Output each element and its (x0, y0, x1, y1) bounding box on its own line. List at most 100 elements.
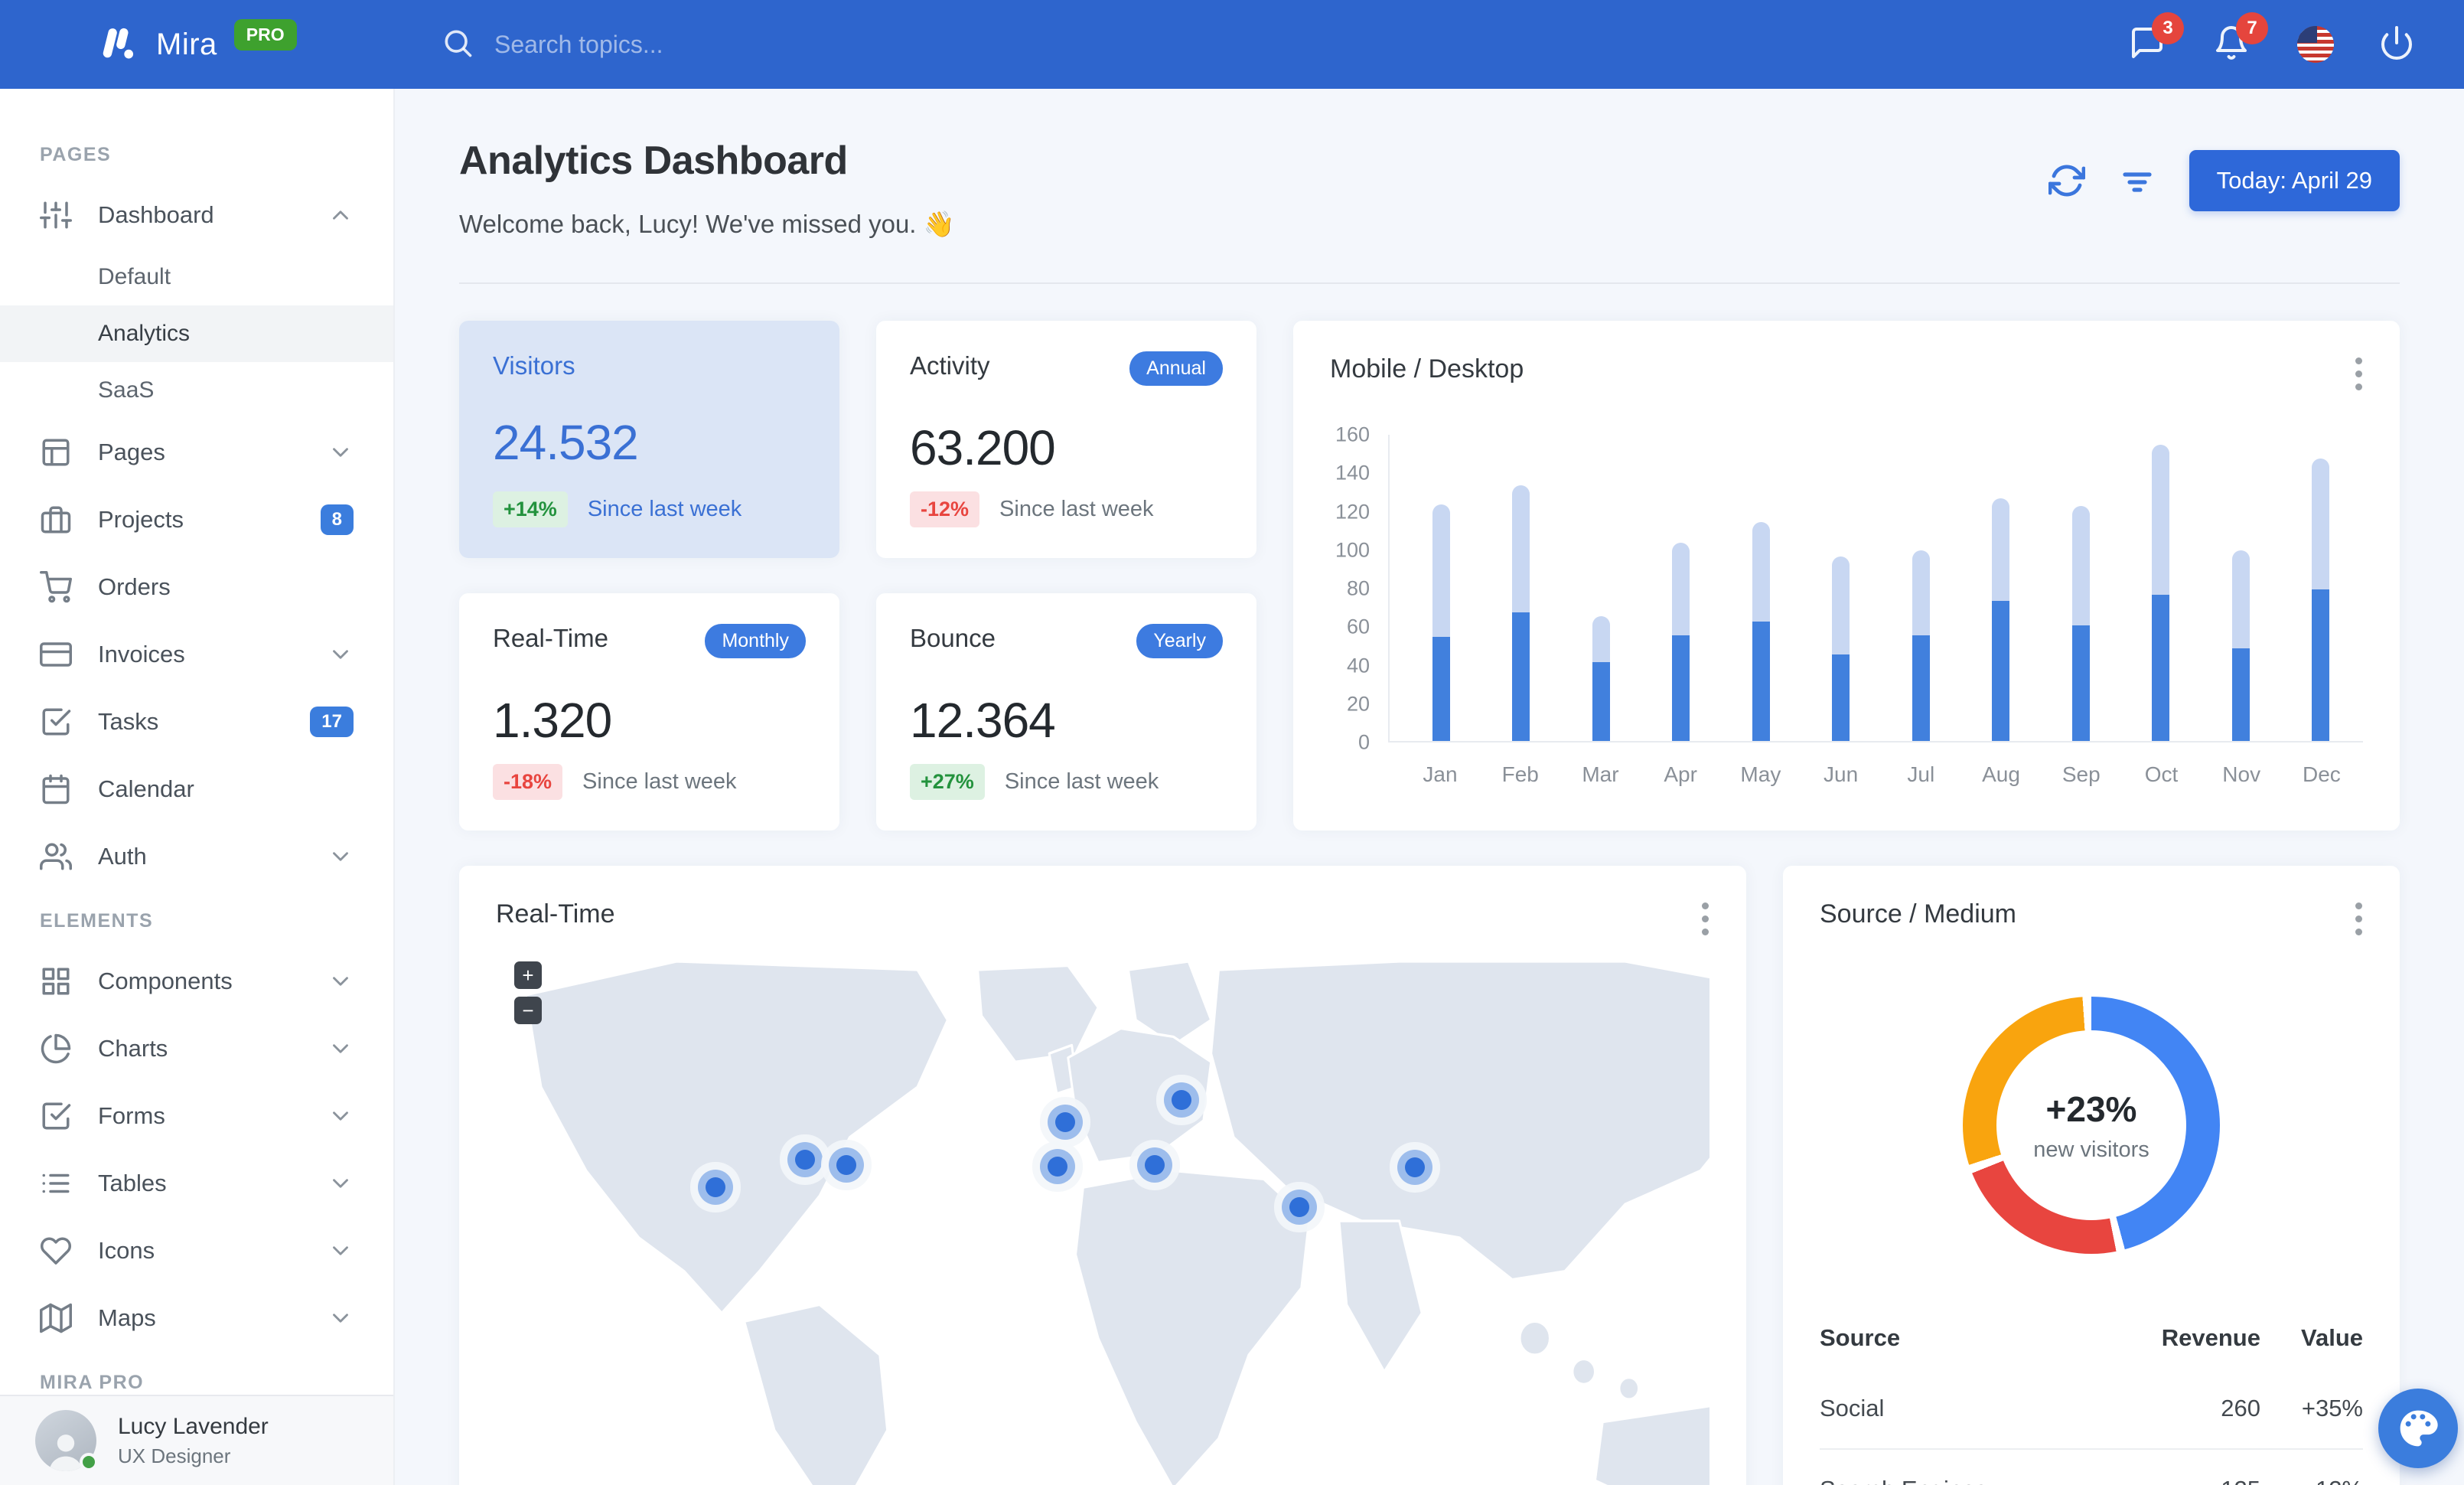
navbar-actions: 3 7 (2129, 12, 2464, 64)
map-zoom-out-button[interactable]: − (514, 997, 542, 1024)
chevron-down-icon (328, 439, 354, 465)
stat-value: 24.532 (493, 415, 639, 470)
donut-center-caption: new visitors (2033, 1137, 2149, 1162)
sidebar-item-forms[interactable]: Forms (0, 1082, 393, 1150)
top-navbar: Mira PRO 3 7 (0, 0, 2464, 89)
sidebar-item-calendar[interactable]: Calendar (0, 756, 393, 823)
map-marker-istanbul[interactable] (1145, 1155, 1165, 1175)
sidebar-item-components[interactable]: Components (0, 948, 393, 1015)
sidebar-item-maps[interactable]: Maps (0, 1284, 393, 1352)
user-profile[interactable]: Lucy Lavender UX Designer (0, 1395, 393, 1485)
sidebar-item-label: Invoices (98, 641, 185, 667)
map-zoom-in-button[interactable]: + (514, 961, 542, 989)
sidebar-subitem-analytics[interactable]: Analytics (0, 305, 393, 362)
map-marker-chicago[interactable] (795, 1150, 816, 1170)
stat-period-chip[interactable]: Annual (1129, 351, 1223, 386)
more-menu-icon[interactable] (2352, 899, 2363, 938)
sidebar-item-projects[interactable]: Projects 8 (0, 486, 393, 553)
stat-title: Real-Time (493, 624, 608, 652)
stat-value: 1.320 (493, 693, 612, 748)
map-marker-beijing[interactable] (1404, 1157, 1425, 1177)
sidebar-item-pages[interactable]: Pages (0, 419, 393, 486)
x-axis-labels: Jan Feb Mar Apr May Jun Jul Aug Sep Oct Nov Dec (1423, 762, 2341, 786)
map-marker-delhi[interactable] (1289, 1197, 1309, 1218)
search-bar (441, 26, 2129, 64)
bar-nov (2231, 550, 2250, 741)
bar-jul (1912, 550, 1930, 741)
list-icon (40, 1167, 72, 1199)
sidebar-item-label: Charts (98, 1035, 168, 1062)
stat-card-bounce: Bounce Yearly 12.364 +27% Since last week (876, 593, 1256, 831)
stat-period-chip[interactable]: Monthly (705, 624, 806, 658)
cell-value: +35% (2301, 1395, 2363, 1421)
sidebar-item-auth[interactable]: Auth (0, 823, 393, 890)
bar-aug (1992, 498, 2010, 741)
page-header: Analytics Dashboard Welcome back, Lucy! … (459, 138, 2400, 284)
sidebar-item-charts[interactable]: Charts (0, 1015, 393, 1082)
map-marker-moscow[interactable] (1172, 1090, 1192, 1111)
bar-may (1752, 521, 1770, 741)
cell-value: -12% (2260, 1448, 2363, 1485)
stat-caption: Since last week (587, 497, 742, 521)
messages-badge: 3 (2152, 12, 2184, 44)
world-map[interactable]: + − (496, 961, 1709, 1485)
brand[interactable]: Mira PRO (0, 18, 395, 67)
stat-caption: Since last week (1004, 769, 1159, 794)
bar-jan (1432, 504, 1450, 741)
map-marker-madrid[interactable] (1048, 1157, 1068, 1177)
search-input[interactable] (494, 30, 953, 59)
date-button[interactable]: Today: April 29 (2189, 150, 2400, 211)
grid-icon (40, 965, 72, 997)
user-name: Lucy Lavender (118, 1413, 269, 1439)
heart-icon (40, 1235, 72, 1267)
map-marker-new-york[interactable] (836, 1155, 857, 1175)
cell-source: Search Engines (1820, 1448, 2097, 1485)
sidebar-item-label: Icons (98, 1237, 155, 1264)
sidebar-item-icons[interactable]: Icons (0, 1217, 393, 1284)
refresh-icon[interactable] (2048, 162, 2086, 199)
notifications-button[interactable]: 7 (2213, 12, 2268, 64)
sidebar-item-invoices[interactable]: Invoices (0, 621, 393, 688)
filter-icon[interactable] (2119, 162, 2156, 199)
shopping-cart-icon (40, 571, 72, 603)
power-button[interactable] (2378, 24, 2418, 64)
language-flag-icon[interactable] (2297, 26, 2334, 63)
users-icon (40, 840, 72, 873)
search-icon[interactable] (441, 26, 474, 64)
sidebar-subitem-saas[interactable]: SaaS (0, 362, 393, 419)
stat-card-real-time: Real-Time Monthly 1.320 -18% Since last week (459, 593, 839, 831)
more-menu-icon[interactable] (1699, 899, 1709, 938)
layout-icon (40, 436, 72, 468)
sidebar-badge: 17 (310, 707, 354, 737)
map-marker-san-francisco[interactable] (706, 1177, 726, 1198)
table-row: Social 260 +35% (1820, 1369, 2363, 1449)
sidebar-item-dashboard[interactable]: Dashboard (0, 181, 393, 249)
chevron-down-icon (328, 1036, 354, 1062)
messages-button[interactable]: 3 (2129, 12, 2184, 64)
sidebar-item-label: Projects (98, 506, 184, 533)
map-icon (40, 1302, 72, 1334)
bar-dec (2311, 458, 2329, 741)
sidebar-section-label: ELEMENTS (40, 910, 154, 932)
notifications-badge: 7 (2236, 12, 2268, 44)
chevron-down-icon (328, 1238, 354, 1264)
stat-title: Visitors (493, 351, 575, 380)
bar-chart: 0 20 40 60 80 100 120 140 160 Jan Feb Mar Apr May Jun… (1330, 423, 2363, 787)
sidebar-item-label: Tasks (98, 708, 159, 735)
stat-caption: Since last week (582, 769, 737, 794)
sidebar-item-tasks[interactable]: Tasks 17 (0, 688, 393, 756)
theme-palette-button[interactable] (2378, 1389, 2458, 1468)
sidebar-item-orders[interactable]: Orders (0, 553, 393, 621)
chevron-down-icon (328, 1170, 354, 1196)
source-medium-card: Source / Medium +23% new visitors Source… (1783, 866, 2400, 1485)
stat-delta: +14% (493, 491, 568, 527)
sidebar-item-tables[interactable]: Tables (0, 1150, 393, 1217)
check-square-icon (40, 706, 72, 738)
stat-title: Activity (910, 351, 990, 380)
more-menu-icon[interactable] (2352, 354, 2363, 393)
stat-period-chip[interactable]: Yearly (1136, 624, 1223, 658)
chevron-down-icon (328, 968, 354, 994)
map-marker-london[interactable] (1054, 1112, 1075, 1132)
bar-jun (1832, 556, 1850, 741)
sidebar-subitem-default[interactable]: Default (0, 249, 393, 305)
